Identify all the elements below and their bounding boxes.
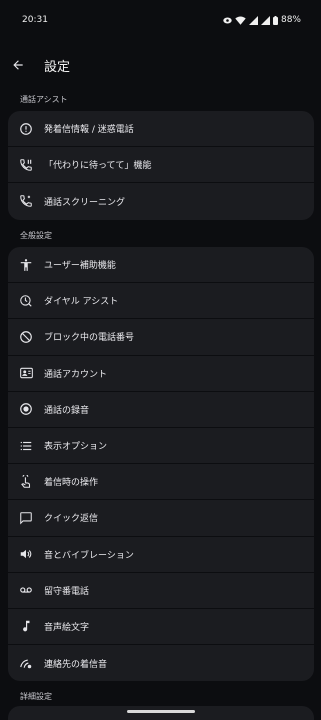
voicemail-icon bbox=[18, 582, 34, 598]
setting-label: 音とバイブレーション bbox=[44, 550, 134, 561]
list-icon bbox=[18, 438, 34, 454]
setting-label: 通話アカウント bbox=[44, 369, 108, 380]
setting-voicemail[interactable]: 留守番電話 bbox=[8, 573, 314, 609]
setting-label: 表示オプション bbox=[44, 442, 108, 453]
music-note-icon bbox=[18, 618, 34, 634]
arrow-back-icon bbox=[13, 60, 23, 70]
battery-level: 88% bbox=[280, 15, 301, 25]
signal-icon-2 bbox=[260, 15, 270, 25]
status-icons: 88% bbox=[223, 15, 301, 25]
setting-audio-emoji[interactable]: 音声絵文字 bbox=[8, 609, 314, 646]
signal-icon bbox=[248, 15, 258, 25]
setting-label: ブロック中の電話番号 bbox=[44, 333, 135, 344]
setting-quick-responses[interactable]: クイック返信 bbox=[8, 500, 314, 537]
block-icon bbox=[18, 329, 34, 345]
setting-call-recording[interactable]: 通話の録音 bbox=[8, 392, 314, 428]
setting-label: 発着信情報 / 迷惑電話 bbox=[44, 125, 134, 136]
volume-icon bbox=[18, 546, 34, 562]
setting-label: 「代わりに待ってて」機能 bbox=[44, 161, 152, 172]
eye-icon bbox=[223, 17, 232, 23]
setting-caller-id-spam[interactable]: 発着信情報 / 迷惑電話 bbox=[8, 111, 314, 148]
setting-label: 通話の録音 bbox=[44, 405, 90, 416]
setting-label: 留守番電話 bbox=[44, 586, 90, 597]
card-advanced bbox=[8, 706, 314, 720]
status-bar: 20:31 88% bbox=[0, 0, 321, 40]
alert-circle-icon bbox=[18, 121, 34, 137]
card-general: ユーザー補助機能 ダイヤル アシスト ブロック中の電話番号 通話アカウント 通話… bbox=[8, 247, 314, 682]
setting-incoming-call-gestures[interactable]: 着信時の操作 bbox=[8, 464, 314, 501]
app-bar: 設定 bbox=[0, 44, 321, 86]
ringtone-icon bbox=[18, 655, 34, 671]
section-header-general: 全般設定 bbox=[20, 231, 52, 240]
setting-dial-assist[interactable]: ダイヤル アシスト bbox=[8, 283, 314, 320]
setting-label: クイック返信 bbox=[44, 514, 99, 525]
setting-sounds-vibration[interactable]: 音とバイブレーション bbox=[8, 537, 314, 573]
setting-label: 連絡先の着信音 bbox=[44, 659, 108, 670]
battery-icon bbox=[272, 15, 278, 25]
setting-contact-ringtones[interactable]: 連絡先の着信音 bbox=[8, 645, 314, 681]
phone-hold-icon bbox=[18, 157, 34, 173]
message-icon bbox=[18, 510, 34, 526]
gesture-icon bbox=[18, 474, 34, 490]
setting-blocked-numbers[interactable]: ブロック中の電話番号 bbox=[8, 319, 314, 356]
home-indicator[interactable] bbox=[127, 710, 195, 713]
back-button[interactable] bbox=[1, 48, 35, 82]
section-header-advanced: 詳細設定 bbox=[20, 692, 52, 701]
accessibility-icon bbox=[18, 257, 34, 273]
wifi-icon bbox=[235, 16, 246, 25]
section-header-call-assist: 通話アシスト bbox=[20, 95, 68, 104]
setting-label: 着信時の操作 bbox=[44, 478, 99, 489]
setting-display-options[interactable]: 表示オプション bbox=[8, 428, 314, 465]
contact-card-icon bbox=[18, 365, 34, 381]
page-title: 設定 bbox=[44, 59, 71, 75]
setting-label: 通話スクリーニング bbox=[44, 197, 126, 208]
setting-accessibility[interactable]: ユーザー補助機能 bbox=[8, 247, 314, 284]
phone-screen-icon bbox=[18, 193, 34, 209]
setting-label: ユーザー補助機能 bbox=[44, 261, 116, 272]
record-icon bbox=[18, 401, 34, 417]
setting-calling-accounts[interactable]: 通話アカウント bbox=[8, 356, 314, 392]
card-call-assist: 発着信情報 / 迷惑電話 「代わりに待ってて」機能 通話スクリーニング bbox=[8, 111, 314, 220]
dial-assist-icon bbox=[18, 293, 34, 309]
setting-hold-for-me[interactable]: 「代わりに待ってて」機能 bbox=[8, 147, 314, 184]
status-time: 20:31 bbox=[22, 15, 48, 25]
setting-call-screen[interactable]: 通話スクリーニング bbox=[8, 183, 314, 219]
setting-label: 音声絵文字 bbox=[44, 622, 90, 633]
setting-label: ダイヤル アシスト bbox=[44, 297, 119, 308]
